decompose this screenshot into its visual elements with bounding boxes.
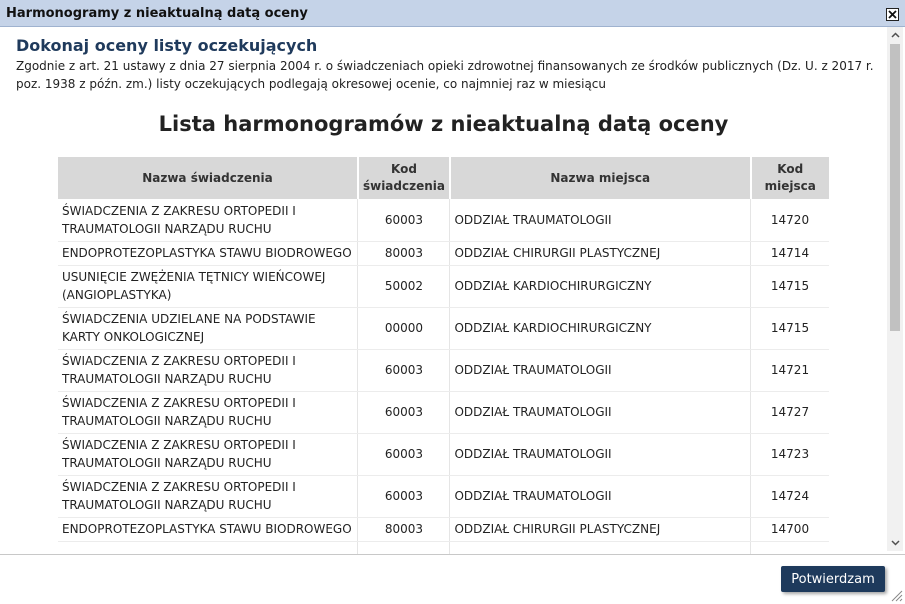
cell-place-code: 14727 — [750, 391, 829, 434]
cell-service-code: 00000 — [357, 307, 451, 350]
section-heading: Dokonaj oceny listy oczekujących — [16, 36, 318, 55]
dialog-titlebar: Harmonogramy z nieaktualną datą oceny — [0, 0, 905, 27]
list-title: Lista harmonogramów z nieaktualną datą o… — [158, 112, 729, 136]
vertical-scrollbar[interactable] — [887, 27, 903, 551]
cell-place-name: ODDZIAŁ TRAUMATOLOGII — [449, 391, 752, 434]
cell-place-code: 14714 — [750, 241, 829, 266]
cell-place-name: ODDZIAŁ TRAUMATOLOGII — [449, 475, 752, 518]
cell-place-code: 14723 — [750, 433, 829, 476]
table-row[interactable]: USUNIĘCIE ZWĘŻENIA TĘTNICY WIEŃCOWEJ (AN… — [58, 265, 829, 308]
cell-service-code: 50002 — [357, 265, 451, 308]
cell-service-name: ŚWIADCZENIA Z ZAKRESU ORTOPEDII I TRAUMA… — [58, 433, 359, 476]
table-row[interactable]: ŚWIADCZENIA Z ZAKRESU ORTOPEDII I TRAUMA… — [58, 433, 829, 476]
header-place-code: Kod miejsca — [750, 157, 829, 199]
table-row[interactable]: ENDOPROTEZOPLASTYKA STAWU BIODROWEGO 800… — [58, 241, 829, 266]
close-icon — [888, 10, 897, 19]
scroll-thumb[interactable] — [890, 44, 900, 331]
cell-service-name: ENDOPROTEZOPLASTYKA STAWU BIODROWEGO — [58, 517, 359, 542]
table-row[interactable]: ŚWIADCZENIA Z ZAKRESU ORTOPEDII I TRAUMA… — [58, 391, 829, 434]
cell-place-name: ODDZIAŁ KARDIOCHIRURGICZNY — [449, 307, 752, 350]
dialog-content[interactable]: Dokonaj oceny listy oczekujących Zgodnie… — [0, 27, 887, 554]
table-row[interactable]: ŚWIADCZENIA Z ZAKRESU ORTOPEDII I TRAUMA… — [58, 349, 829, 392]
cell-place-name: ODDZIAŁ TRAUMATOLOGII — [449, 199, 752, 242]
table-header-row: Nazwa świadczenia Kod świadczenia Nazwa … — [58, 157, 829, 199]
cell-place-code: 14724 — [750, 475, 829, 518]
cell-service-code: 60003 — [357, 433, 451, 476]
dialog-footer: Potwierdzam — [0, 554, 905, 604]
cell-service-name: ŚWIADCZENIA Z ZAKRESU ORTOPEDII I TRAUMA… — [58, 199, 359, 242]
table-row[interactable]: ŚWIADCZENIA UDZIELANE NA PODSTAWIE KARTY… — [58, 307, 829, 350]
table-row[interactable]: ŚWIADCZENIA Z ZAKRESU ORTOPEDII I TRAUMA… — [58, 199, 829, 242]
dialog-title: Harmonogramy z nieaktualną datą oceny — [6, 6, 308, 21]
resize-grip-icon[interactable] — [889, 588, 903, 602]
cell-place-name: ODDZIAŁ CHIRURGII PLASTYCZNEJ — [449, 517, 752, 542]
table-row[interactable]: ŚWIADCZENIA Z ZAKRESU ORTOPEDII I TRAUMA… — [58, 475, 829, 518]
cell-service-name: ŚWIADCZENIA Z ZAKRESU ORTOPEDII I TRAUMA… — [58, 349, 359, 392]
section-description: Zgodnie z art. 21 ustawy z dnia 27 sierp… — [16, 59, 874, 91]
cell-place-name: ODDZIAŁ KARDIOCHIRURGICZNY — [449, 265, 752, 308]
cell-place-code: 14700 — [750, 517, 829, 542]
chevron-down-icon — [890, 540, 900, 546]
cell-place-code: 14720 — [750, 199, 829, 242]
header-service-code: Kod świadczenia — [357, 157, 451, 199]
cell-service-name: USUNIĘCIE ZWĘŻENIA TĘTNICY WIEŃCOWEJ (AN… — [58, 265, 359, 308]
close-button[interactable] — [886, 8, 899, 21]
cell-service-code: 60003 — [357, 349, 451, 392]
chevron-up-icon — [890, 32, 900, 38]
cell-place-code: 14715 — [750, 265, 829, 308]
table-row-partial[interactable] — [58, 541, 829, 554]
cell-place-code: 14715 — [750, 307, 829, 350]
table-row[interactable]: ENDOPROTEZOPLASTYKA STAWU BIODROWEGO 800… — [58, 517, 829, 542]
cell-service-code: 60003 — [357, 391, 451, 434]
cell-service-code: 80003 — [357, 517, 451, 542]
confirm-button[interactable]: Potwierdzam — [781, 566, 885, 592]
cell-service-name: ŚWIADCZENIA Z ZAKRESU ORTOPEDII I TRAUMA… — [58, 391, 359, 434]
cell-service-code: 60003 — [357, 475, 451, 518]
scroll-up-button[interactable] — [887, 27, 903, 43]
cell-service-code: 80003 — [357, 241, 451, 266]
cell-place-code: 14721 — [750, 349, 829, 392]
cell-service-name: ŚWIADCZENIA Z ZAKRESU ORTOPEDII I TRAUMA… — [58, 475, 359, 518]
cell-place-name: ODDZIAŁ TRAUMATOLOGII — [449, 433, 752, 476]
cell-place-name: ODDZIAŁ TRAUMATOLOGII — [449, 349, 752, 392]
cell-service-name: ŚWIADCZENIA UDZIELANE NA PODSTAWIE KARTY… — [58, 307, 359, 350]
header-service-name: Nazwa świadczenia — [58, 157, 359, 199]
scroll-down-button[interactable] — [887, 535, 903, 551]
cell-service-name: ENDOPROTEZOPLASTYKA STAWU BIODROWEGO — [58, 241, 359, 266]
header-place-name: Nazwa miejsca — [449, 157, 752, 199]
cell-service-code: 60003 — [357, 199, 451, 242]
schedule-table: Nazwa świadczenia Kod świadczenia Nazwa … — [58, 157, 829, 554]
cell-place-name: ODDZIAŁ CHIRURGII PLASTYCZNEJ — [449, 241, 752, 266]
